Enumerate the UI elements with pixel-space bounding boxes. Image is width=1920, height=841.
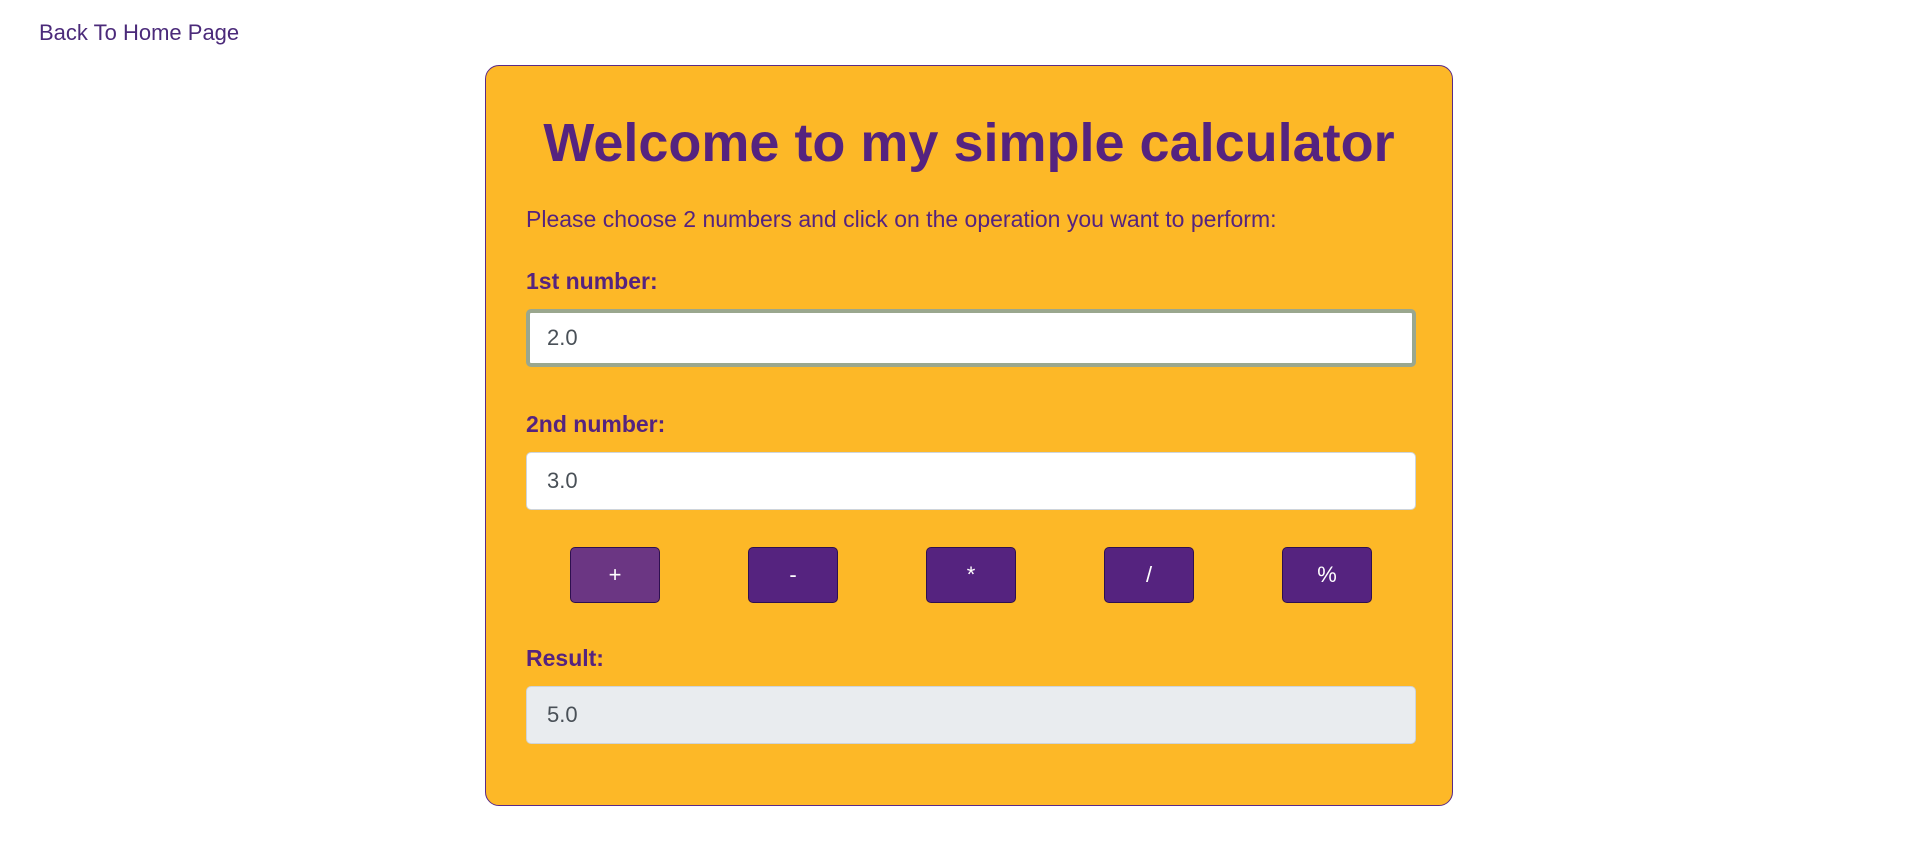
add-button[interactable]: +	[570, 547, 660, 603]
back-to-home-link[interactable]: Back To Home Page	[39, 20, 239, 46]
modulo-button[interactable]: %	[1282, 547, 1372, 603]
second-number-label: 2nd number:	[526, 411, 666, 437]
subtract-button[interactable]: -	[748, 547, 838, 603]
operation-buttons: + - * / %	[526, 547, 1416, 603]
calculator-card: Welcome to my simple calculator Please c…	[485, 65, 1453, 806]
multiply-button[interactable]: *	[926, 547, 1016, 603]
second-number-input[interactable]	[526, 452, 1416, 510]
instructions-text: Please choose 2 numbers and click on the…	[526, 206, 1277, 232]
divide-button[interactable]: /	[1104, 547, 1194, 603]
first-number-input[interactable]	[526, 309, 1416, 367]
result-field	[526, 686, 1416, 744]
first-number-label: 1st number:	[526, 268, 658, 294]
page-title: Welcome to my simple calculator	[543, 113, 1395, 173]
result-label: Result:	[526, 645, 604, 671]
